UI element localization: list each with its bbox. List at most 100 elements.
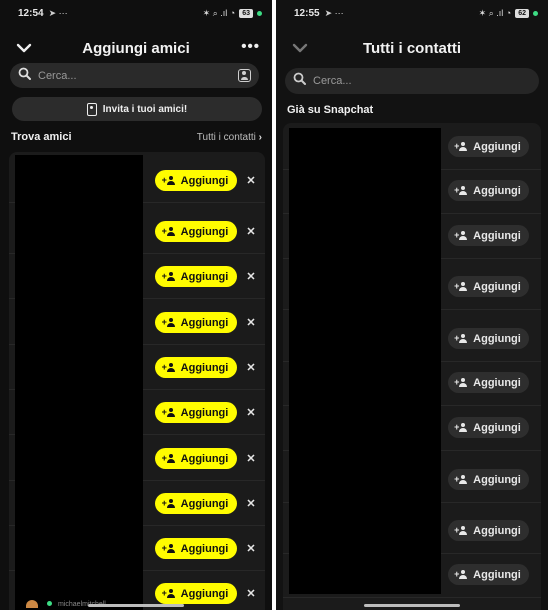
add-friend-label: Aggiungi	[473, 280, 521, 293]
close-icon[interactable]: ✕	[245, 452, 257, 465]
add-friend-button[interactable]: + Aggiungi	[155, 312, 237, 333]
add-friend-label: Aggiungi	[180, 361, 229, 374]
add-friend-button[interactable]: + Aggiungi	[448, 180, 529, 201]
address-book-icon	[86, 102, 97, 116]
add-friend-button[interactable]: + Aggiungi	[155, 266, 237, 287]
add-friend-button[interactable]: + Aggiungi	[155, 448, 237, 469]
add-friend-button[interactable]: + Aggiungi	[448, 225, 529, 246]
add-friend-label: Aggiungi	[473, 332, 521, 345]
add-friend-label: Aggiungi	[180, 316, 229, 329]
close-icon[interactable]: ✕	[245, 542, 257, 555]
home-indicator[interactable]	[88, 604, 184, 607]
add-friend-label: Aggiungi	[180, 452, 229, 465]
add-friend-icon: +	[454, 333, 468, 344]
battery-icon: 62	[515, 8, 529, 18]
header: Aggiungi amici •••	[0, 34, 272, 62]
search-input[interactable]: Cerca...	[10, 63, 259, 88]
invite-friends-button[interactable]: Invita i tuoi amici!	[12, 97, 262, 121]
section-title: Già su Snapchat	[287, 104, 374, 116]
status-icons: ✶ ⌕ .ıl ◔ 63	[203, 8, 262, 19]
add-friend-button[interactable]: + Aggiungi	[155, 538, 237, 559]
more-icon[interactable]: •••	[241, 38, 260, 55]
chevron-down-icon[interactable]	[290, 38, 310, 58]
search-placeholder: Cerca...	[38, 69, 77, 82]
add-friend-icon: +	[162, 453, 176, 464]
add-friends-screen: 12:54 ➤ ⋯ ✶ ⌕ .ıl ◔ 63 Aggiungi amici ••…	[0, 0, 272, 610]
status-icons: ✶ ⌕ .ıl ◔ 62	[479, 8, 538, 19]
add-friend-button[interactable]: + Aggiungi	[448, 328, 529, 349]
add-friend-label: Aggiungi	[180, 174, 229, 187]
add-friend-button[interactable]: + Aggiungi	[155, 357, 237, 378]
add-friend-icon: +	[454, 230, 468, 241]
add-friend-button[interactable]: + Aggiungi	[448, 136, 529, 157]
add-friend-button[interactable]: + Aggiungi	[448, 564, 529, 585]
add-friend-icon: +	[454, 474, 468, 485]
close-icon[interactable]: ✕	[245, 587, 257, 600]
telegram-icon: ➤ ⋯	[48, 7, 68, 18]
close-icon[interactable]: ✕	[245, 225, 257, 238]
add-friend-label: Aggiungi	[473, 473, 521, 486]
search-placeholder: Cerca...	[313, 75, 352, 87]
add-friend-icon: +	[162, 588, 176, 599]
status-icon-text: ✶ ⌕ .ıl ◔	[202, 7, 236, 18]
redacted-profiles	[289, 128, 441, 594]
add-friend-button[interactable]: + Aggiungi	[448, 469, 529, 490]
add-friend-button[interactable]: + Aggiungi	[155, 402, 237, 423]
add-friend-icon: +	[454, 281, 468, 292]
all-contacts-link[interactable]: Tutti i contatti	[197, 132, 262, 143]
add-friend-icon: +	[454, 185, 468, 196]
add-friend-label: Aggiungi	[473, 376, 521, 389]
status-bar: 12:55 ➤ ⋯ ✶ ⌕ .ıl ◔ 62	[276, 0, 548, 26]
close-icon[interactable]: ✕	[245, 361, 257, 374]
add-friend-icon: +	[162, 498, 176, 509]
section-title: Trova amici	[11, 131, 72, 143]
add-friend-label: Aggiungi	[180, 225, 229, 238]
add-friend-label: Aggiungi	[473, 421, 521, 434]
add-friend-button[interactable]: + Aggiungi	[448, 417, 529, 438]
close-icon[interactable]: ✕	[245, 406, 257, 419]
add-friend-icon: +	[454, 141, 468, 152]
privacy-dot	[533, 10, 538, 16]
add-friend-button[interactable]: + Aggiungi	[155, 170, 237, 191]
add-friend-label: Aggiungi	[180, 406, 229, 419]
add-friend-button[interactable]: + Aggiungi	[155, 221, 237, 242]
page-title: Tutti i contatti	[362, 39, 462, 57]
add-friend-button[interactable]: + Aggiungi	[448, 372, 529, 393]
add-friend-icon: +	[454, 377, 468, 388]
add-friend-label: Aggiungi	[473, 184, 521, 197]
quick-add-list: + Aggiungi ✕ + Aggiungi ✕ + Aggiungi ✕ + Aggiungi ✕…	[9, 152, 265, 610]
close-icon[interactable]: ✕	[245, 497, 257, 510]
add-friend-icon: +	[162, 175, 176, 186]
close-icon[interactable]: ✕	[245, 316, 257, 329]
add-friend-button[interactable]: + Aggiungi	[448, 520, 529, 541]
privacy-dot	[257, 10, 262, 16]
add-friend-button[interactable]: + Aggiungi	[155, 493, 237, 514]
add-friend-icon: +	[454, 569, 468, 580]
add-friend-label: Aggiungi	[473, 229, 521, 242]
avatar	[26, 600, 38, 608]
close-icon[interactable]: ✕	[245, 270, 257, 283]
add-friend-icon: +	[162, 271, 176, 282]
battery-icon: 63	[239, 8, 253, 18]
add-friend-button[interactable]: + Aggiungi	[155, 583, 237, 604]
home-indicator[interactable]	[364, 604, 460, 607]
status-bar: 12:54 ➤ ⋯ ✶ ⌕ .ıl ◔ 63	[0, 0, 272, 26]
add-friend-label: Aggiungi	[180, 542, 229, 555]
telegram-icon: ➤ ⋯	[324, 7, 344, 18]
contacts-icon[interactable]	[238, 69, 251, 82]
search-input[interactable]: Cerca...	[285, 68, 539, 94]
add-friend-button[interactable]: + Aggiungi	[448, 276, 529, 297]
on-snapchat-header: Già su Snapchat	[287, 104, 538, 116]
redacted-profiles	[15, 155, 143, 610]
close-icon[interactable]: ✕	[245, 174, 257, 187]
find-friends-header: Trova amici Tutti i contatti	[11, 131, 262, 143]
add-friend-icon: +	[162, 362, 176, 373]
add-friend-label: Aggiungi	[180, 270, 229, 283]
add-friend-label: Aggiungi	[180, 587, 229, 600]
add-friend-label: Aggiungi	[473, 568, 521, 581]
add-friend-icon: +	[162, 407, 176, 418]
header: Tutti i contatti	[276, 34, 548, 62]
status-time: 12:55	[294, 7, 320, 19]
chevron-down-icon[interactable]	[14, 38, 34, 58]
search-icon	[293, 72, 306, 90]
